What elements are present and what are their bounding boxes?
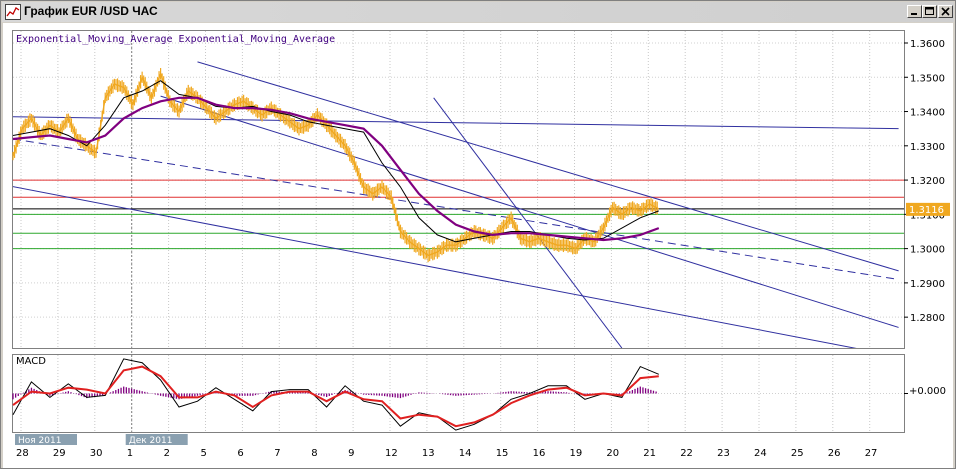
x-tick-label: 22 (680, 448, 693, 459)
chart-icon (5, 4, 21, 20)
x-tick-label: 19 (570, 448, 583, 459)
x-tick-label: 5 (201, 448, 207, 459)
x-tick-label: 21 (643, 448, 656, 459)
x-tick-label: 9 (348, 448, 354, 459)
indicator-label: Exponential_Moving_Average Exponential_M… (16, 34, 335, 45)
x-tick-label: 24 (754, 448, 767, 459)
x-tick-label: 2 (164, 448, 170, 459)
window-title: График EUR /USD ЧАС (24, 4, 158, 18)
y-tick-label: 1.2800 (910, 313, 945, 324)
x-tick-label: 7 (274, 448, 280, 459)
x-tick-label: 26 (828, 448, 841, 459)
x-tick-label: 8 (311, 448, 317, 459)
x-tick-label: 14 (459, 448, 472, 459)
chart-area[interactable]: 28 29 30 1 2 5 6 7 8 9 12 13 14 15 16 19 20 21 22 23 24 25 26 2… (3, 23, 953, 468)
title-bar[interactable]: График EUR /USD ЧАС (2, 2, 954, 22)
y-tick-label: 1.3600 (910, 39, 945, 50)
x-tick-label: 15 (496, 448, 509, 459)
x-tick-label: 23 (717, 448, 730, 459)
current-price-label: 1.3116 (909, 205, 944, 216)
chart-window: График EUR /USD ЧАС 28 29 30 1 2 5 6 7 8 9 12 13 14 1… (0, 0, 956, 469)
x-tick-label: 28 (16, 448, 29, 459)
current-price-tag: 1.3116 (906, 202, 950, 216)
x-tick-label: 25 (791, 448, 804, 459)
y-tick-label: 1.3400 (910, 108, 945, 119)
maximize-button[interactable] (922, 5, 937, 18)
y-tick-label: 1.2900 (910, 279, 945, 290)
macd-title: MACD (16, 356, 46, 367)
x-tick-label: 16 (533, 448, 546, 459)
y-tick-label: 1.3000 (910, 245, 945, 256)
y-tick-label: 1.3500 (910, 73, 945, 84)
x-tick-label: 30 (90, 448, 103, 459)
minimize-icon (911, 13, 917, 15)
x-tick-label: 29 (53, 448, 66, 459)
month-label: Ноя 2011 (18, 436, 61, 446)
x-tick-label: 12 (385, 448, 398, 459)
y-tick-label: 1.3300 (910, 142, 945, 153)
minimize-button[interactable] (907, 5, 922, 18)
macd-zero-label: +0.000 (909, 386, 946, 397)
x-tick-label: 13 (422, 448, 435, 459)
y-tick-label: 1.3200 (910, 176, 945, 187)
chart-canvas[interactable]: 28 29 30 1 2 5 6 7 8 9 12 13 14 15 16 19 20 21 22 23 24 25 26 2… (3, 23, 953, 468)
x-tick-label: 1 (127, 448, 133, 459)
month-label: Дек 2011 (129, 436, 173, 446)
x-tick-label: 20 (606, 448, 619, 459)
maximize-icon (925, 7, 934, 15)
x-tick-label: 6 (237, 448, 243, 459)
x-tick-label: 27 (865, 448, 878, 459)
close-button[interactable] (938, 5, 953, 18)
close-icon (941, 7, 950, 16)
